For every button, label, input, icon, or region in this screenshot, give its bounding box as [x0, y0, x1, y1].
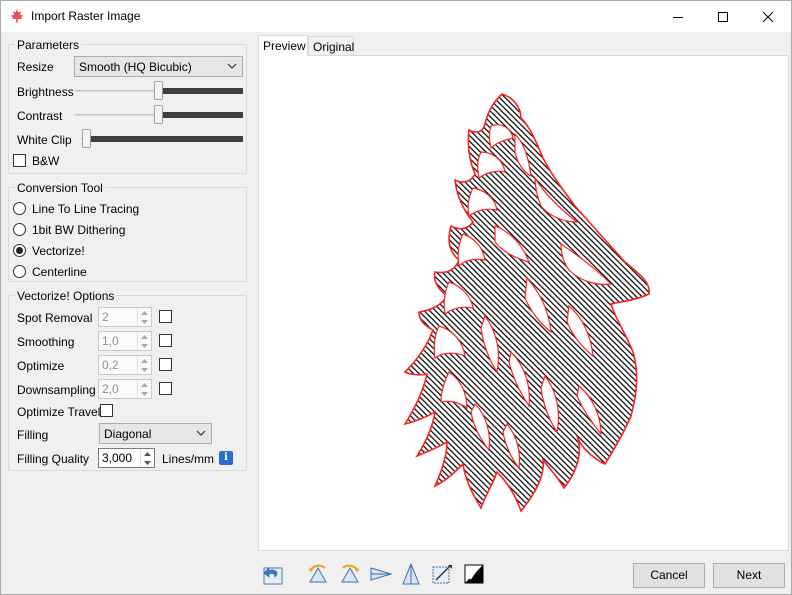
radio-line-to-line-tracing[interactable]: [13, 202, 26, 215]
undo-icon[interactable]: [261, 562, 285, 586]
title-bar: Import Raster Image: [1, 1, 791, 32]
optimize-checkbox[interactable]: [159, 358, 172, 371]
next-button[interactable]: Next: [713, 563, 785, 588]
filling-quality-label: Filling Quality: [17, 452, 90, 466]
optimize-spinner[interactable]: 0,2: [98, 355, 152, 375]
whiteclip-slider[interactable]: [81, 129, 243, 149]
resize-label: Resize: [17, 60, 54, 74]
smoothing-label: Smoothing: [17, 335, 75, 349]
smoothing-checkbox[interactable]: [159, 334, 172, 347]
spin-down-icon[interactable]: [138, 341, 151, 350]
bw-label: B&W: [32, 154, 60, 168]
radio-vectorize[interactable]: [13, 244, 26, 257]
contrast-thumb[interactable]: [154, 105, 163, 124]
spin-down-icon[interactable]: [138, 389, 151, 398]
filling-value: Diagonal: [104, 427, 152, 441]
close-button[interactable]: [745, 1, 791, 32]
maple-leaf-icon: [10, 9, 24, 23]
spin-up-icon[interactable]: [138, 356, 151, 365]
parameters-title: Parameters: [15, 38, 82, 52]
window-title: Import Raster Image: [31, 9, 141, 23]
brightness-track-left: [75, 90, 159, 92]
filling-select[interactable]: Diagonal: [99, 423, 212, 444]
centerline-label: Centerline: [32, 265, 87, 279]
spot-removal-spinner[interactable]: 2: [98, 307, 152, 327]
1bit-bw-dithering-label: 1bit BW Dithering: [32, 223, 126, 237]
filling-quality-value: 3,000: [102, 451, 133, 465]
spot-removal-value: 2: [102, 310, 109, 324]
bw-checkbox[interactable]: [13, 154, 26, 167]
contrast-track-right: [159, 112, 243, 118]
chevron-down-icon: [227, 63, 237, 69]
maximize-button[interactable]: [700, 1, 746, 32]
whiteclip-track-right: [86, 136, 243, 142]
filling-quality-spinner[interactable]: 3,000: [98, 448, 155, 468]
resize-value: Smooth (HQ Bicubic): [79, 60, 192, 74]
contrast-track-left: [75, 114, 159, 116]
filling-quality-unit: Lines/mm: [162, 452, 215, 466]
brightness-thumb[interactable]: [154, 81, 163, 100]
smoothing-spinner[interactable]: 1,0: [98, 331, 152, 351]
downsampling-value: 2,0: [102, 382, 119, 396]
spin-up-icon[interactable]: [138, 380, 151, 389]
flip-vertical-icon[interactable]: [399, 562, 423, 586]
wolf-preview-image: [403, 93, 650, 513]
cancel-button[interactable]: Cancel: [633, 563, 705, 588]
downsampling-spinner[interactable]: 2,0: [98, 379, 152, 399]
smoothing-value: 1,0: [102, 334, 119, 348]
minimize-button[interactable]: [655, 1, 701, 32]
tab-preview[interactable]: Preview: [258, 35, 308, 56]
spin-up-icon[interactable]: [138, 308, 151, 317]
optimize-value: 0,2: [102, 358, 119, 372]
whiteclip-thumb[interactable]: [82, 129, 91, 148]
line-to-line-tracing-label: Line To Line Tracing: [32, 202, 140, 216]
radio-centerline[interactable]: [13, 265, 26, 278]
spot-removal-checkbox[interactable]: [159, 310, 172, 323]
downsampling-label: Downsampling: [17, 383, 96, 397]
tab-original[interactable]: Original: [308, 36, 354, 56]
flip-horizontal-icon[interactable]: [369, 562, 393, 586]
downsampling-checkbox[interactable]: [159, 382, 172, 395]
conversion-tool-title: Conversion Tool: [15, 181, 105, 195]
brightness-label: Brightness: [17, 85, 74, 99]
preview-pane: [258, 55, 789, 551]
optimize-label: Optimize: [17, 359, 65, 373]
chevron-down-icon: [196, 430, 206, 436]
spin-up-icon[interactable]: [141, 449, 154, 458]
info-icon[interactable]: i: [219, 451, 233, 465]
spin-down-icon[interactable]: [138, 317, 151, 326]
whiteclip-label: White Clip: [17, 133, 72, 147]
vectorize-options-title: Vectorize! Options: [15, 289, 117, 303]
minimize-icon: [673, 16, 683, 18]
radio-1bit-bw-dithering[interactable]: [13, 223, 26, 236]
spot-removal-label: Spot Removal: [17, 311, 93, 325]
spin-down-icon[interactable]: [141, 458, 154, 467]
optimize-travel-label: Optimize Travel: [17, 405, 101, 419]
contrast-slider[interactable]: [75, 105, 243, 125]
close-icon: [763, 11, 773, 22]
rotate-left-icon[interactable]: [306, 562, 330, 586]
vectorize-label: Vectorize!: [32, 244, 85, 258]
invert-icon[interactable]: [462, 562, 486, 586]
rotate-right-icon[interactable]: [338, 562, 362, 586]
spin-up-icon[interactable]: [138, 332, 151, 341]
optimize-travel-checkbox[interactable]: [100, 404, 113, 417]
crop-icon[interactable]: [430, 562, 454, 586]
resize-select[interactable]: Smooth (HQ Bicubic): [74, 56, 243, 77]
contrast-label: Contrast: [17, 109, 63, 123]
filling-label: Filling: [17, 428, 49, 442]
brightness-slider[interactable]: [75, 81, 243, 101]
brightness-track-right: [159, 88, 243, 94]
maximize-icon: [718, 11, 728, 22]
import-raster-dialog: Import Raster Image Parameters Resize Sm…: [0, 0, 792, 595]
spin-down-icon[interactable]: [138, 365, 151, 374]
